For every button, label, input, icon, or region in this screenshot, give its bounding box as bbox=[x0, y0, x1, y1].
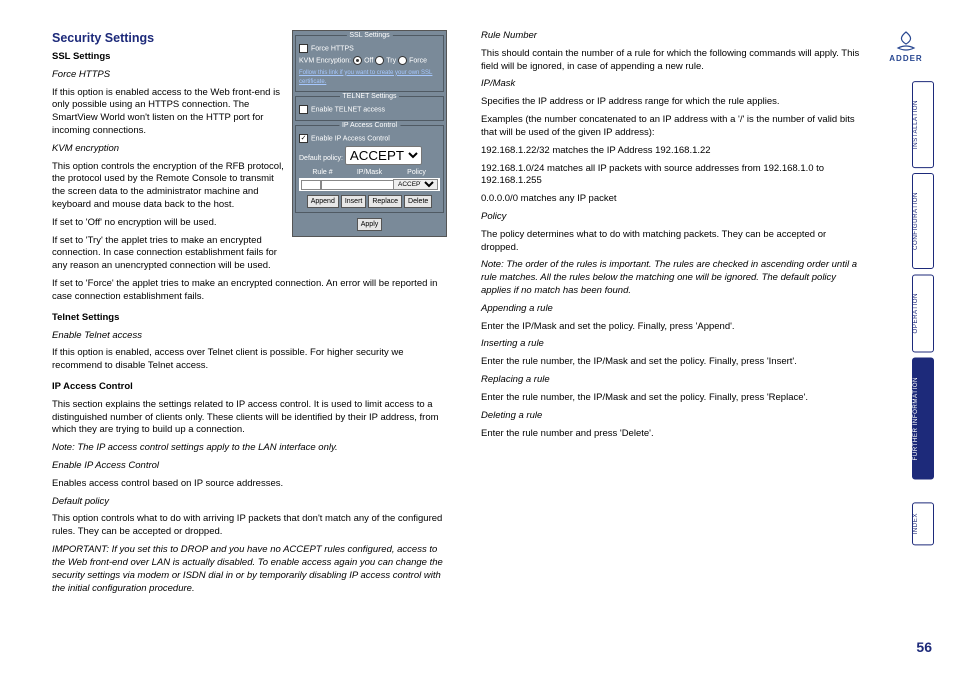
body-text: This should contain the number of a rule… bbox=[481, 48, 861, 74]
ssl-cert-link[interactable]: Follow this link if you want to create y… bbox=[299, 70, 432, 85]
telnet-enable-term: Enable Telnet access bbox=[52, 330, 447, 343]
rules-header: Rule # IP/Mask Policy bbox=[299, 168, 440, 177]
ssl-panel: SSL Settings Force HTTPS KVM Encryption:… bbox=[295, 35, 444, 92]
replace-button[interactable]: Replace bbox=[368, 195, 402, 208]
kvm-enc-label: KVM Encryption: bbox=[299, 57, 351, 64]
default-policy-label: Default policy: bbox=[299, 155, 343, 162]
policy-term: Policy bbox=[481, 211, 861, 224]
replace-term: Replacing a rule bbox=[481, 374, 861, 387]
row-policy-select[interactable]: ACCEPT bbox=[393, 179, 438, 190]
enable-ipac-checkbox[interactable] bbox=[299, 134, 308, 143]
kvm-try-radio[interactable] bbox=[375, 56, 384, 65]
policy-note: Note: The order of the rules is importan… bbox=[481, 259, 861, 297]
tab-further-information[interactable]: FURTHER INFORMATION bbox=[912, 358, 934, 480]
example-text: 192.168.1.0/24 matches all IP packets wi… bbox=[481, 163, 861, 189]
ipac-heading: IP Access Control bbox=[52, 381, 447, 394]
adder-logo-icon bbox=[893, 30, 919, 52]
body-text: Enter the rule number and press 'Delete'… bbox=[481, 428, 861, 441]
body-text: This option controls the encryption of t… bbox=[52, 161, 290, 212]
kvm-force-radio[interactable] bbox=[398, 56, 407, 65]
telnet-heading: Telnet Settings bbox=[52, 312, 447, 325]
body-text: Examples (the number concatenated to an … bbox=[481, 114, 861, 140]
ipac-note: Note: The IP access control settings app… bbox=[52, 442, 447, 455]
ipmask-input[interactable] bbox=[321, 180, 395, 190]
default-policy-term: Default policy bbox=[52, 496, 447, 509]
rule-input-row: ACCEPT bbox=[299, 178, 440, 191]
body-text: If set to 'Try' the applet tries to make… bbox=[52, 235, 290, 273]
force-https-checkbox[interactable] bbox=[299, 44, 308, 53]
append-term: Appending a rule bbox=[481, 303, 861, 316]
delete-term: Deleting a rule bbox=[481, 410, 861, 423]
ipmask-term: IP/Mask bbox=[481, 78, 861, 91]
tab-index[interactable]: INDEX bbox=[912, 502, 934, 545]
ipac-panel: IP Access Control Enable IP Access Contr… bbox=[295, 125, 444, 213]
telnet-panel: TELNET Settings Enable TELNET access bbox=[295, 96, 444, 121]
panel-title: SSL Settings bbox=[346, 31, 392, 40]
sidebar: ADDER INSTALLATION CONFIGURATION OPERATI… bbox=[876, 30, 936, 550]
rule-number-term: Rule Number bbox=[481, 30, 861, 43]
body-text: Enter the rule number, the IP/Mask and s… bbox=[481, 392, 861, 405]
kvm-term: KVM encryption bbox=[52, 143, 290, 156]
example-text: 0.0.0.0/0 matches any IP packet bbox=[481, 193, 861, 206]
brand-logo: ADDER bbox=[876, 30, 936, 63]
body-text: Enter the IP/Mask and set the policy. Fi… bbox=[481, 321, 861, 334]
settings-dialog: SSL Settings Force HTTPS KVM Encryption:… bbox=[292, 30, 447, 237]
insert-term: Inserting a rule bbox=[481, 338, 861, 351]
enable-ipac-label: Enable IP Access Control bbox=[311, 136, 390, 143]
enable-telnet-label: Enable TELNET access bbox=[311, 107, 385, 114]
append-button[interactable]: Append bbox=[307, 195, 339, 208]
insert-button[interactable]: Insert bbox=[341, 195, 367, 208]
tab-operation[interactable]: OPERATION bbox=[912, 274, 934, 352]
tab-installation[interactable]: INSTALLATION bbox=[912, 81, 934, 168]
body-text: Enables access control based on IP sourc… bbox=[52, 478, 447, 491]
body-text: This option controls what to do with arr… bbox=[52, 513, 447, 539]
body-text: If this option is enabled, access over T… bbox=[52, 347, 447, 373]
page-number: 56 bbox=[916, 639, 932, 655]
brand-name: ADDER bbox=[889, 54, 922, 63]
body-text: If set to 'Off' no encryption will be us… bbox=[52, 217, 290, 230]
panel-title: TELNET Settings bbox=[340, 92, 400, 101]
body-text: This section explains the settings relat… bbox=[52, 399, 447, 437]
delete-button[interactable]: Delete bbox=[404, 195, 432, 208]
body-text: If this option is enabled access to the … bbox=[52, 87, 290, 138]
rule-number-input[interactable] bbox=[301, 180, 321, 190]
tab-configuration[interactable]: CONFIGURATION bbox=[912, 173, 934, 269]
panel-title: IP Access Control bbox=[339, 121, 400, 130]
ipac-important: IMPORTANT: If you set this to DROP and y… bbox=[52, 544, 447, 595]
default-policy-select[interactable]: ACCEPT bbox=[345, 146, 422, 165]
apply-button[interactable]: Apply bbox=[357, 218, 383, 231]
body-text: Enter the rule number, the IP/Mask and s… bbox=[481, 356, 861, 369]
ipac-enable-term: Enable IP Access Control bbox=[52, 460, 447, 473]
example-text: 192.168.1.22/32 matches the IP Address 1… bbox=[481, 145, 861, 158]
force-https-label: Force HTTPS bbox=[311, 45, 354, 52]
body-text: The policy determines what to do with ma… bbox=[481, 229, 861, 255]
body-text: If set to 'Force' the applet tries to ma… bbox=[52, 278, 447, 304]
body-text: Specifies the IP address or IP address r… bbox=[481, 96, 861, 109]
enable-telnet-checkbox[interactable] bbox=[299, 105, 308, 114]
kvm-off-radio[interactable] bbox=[353, 56, 362, 65]
